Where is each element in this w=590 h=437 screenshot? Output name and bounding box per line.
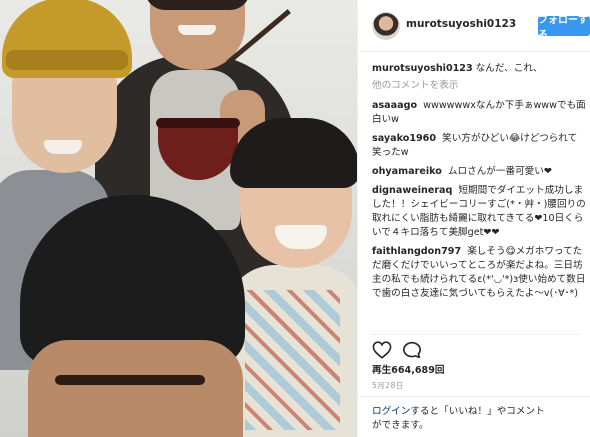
comment-icon[interactable] <box>402 341 422 359</box>
follow-button[interactable]: フォローする <box>538 15 590 41</box>
beanie-rib <box>6 50 128 70</box>
person-smile <box>44 140 82 154</box>
comment: faithlangdon797 楽しそう😋メガホワってただ磨くだけでいいってとこ… <box>372 245 586 301</box>
comment-list: murotsuyoshi0123 なんだ、これ、 他のコメントを表示 asaaag… <box>372 62 586 306</box>
post-header: murotsuyoshi0123 フォローする <box>358 0 590 52</box>
login-prompt-text-2: ができます。 <box>372 420 429 431</box>
play-count: 再生664,689回 <box>372 365 445 376</box>
login-link[interactable]: ログイン <box>372 406 410 417</box>
avatar[interactable] <box>372 12 400 40</box>
post-video[interactable] <box>0 0 357 437</box>
person-smile <box>178 25 216 35</box>
comment-username[interactable]: faithlangdon797 <box>372 246 461 257</box>
person-hair <box>145 0 250 10</box>
login-prompt: ログインすると「いいね！」やコメント ができます。 <box>358 396 590 433</box>
post-sidebar: murotsuyoshi0123 フォローする murotsuyoshi0123… <box>357 0 590 437</box>
rice-bowl-rim <box>156 118 240 128</box>
caption-text: なんだ、これ、 <box>475 63 543 74</box>
heart-icon[interactable] <box>372 341 392 359</box>
patterned-shirt <box>245 290 340 430</box>
comment: sayako1960 笑い方がひどい😂けどつられて笑ったw <box>372 132 586 160</box>
login-prompt-text: すると「いいね！」やコメント <box>410 406 545 417</box>
header-username[interactable]: murotsuyoshi0123 <box>406 18 516 30</box>
person-eyebrows <box>55 375 205 385</box>
comment-username[interactable]: asaaago <box>372 100 417 111</box>
comment: asaaago wwwwwwxなんか下手ぁwwwでも面白いw <box>372 99 586 127</box>
comment-username[interactable]: sayako1960 <box>372 133 436 144</box>
comment: ohyamareiko ムロさんが一番可愛い❤ <box>372 165 586 179</box>
comment-username[interactable]: ohyamareiko <box>372 166 442 177</box>
person-face <box>28 340 243 437</box>
instagram-post: murotsuyoshi0123 フォローする murotsuyoshi0123… <box>0 0 590 437</box>
action-bar <box>370 334 580 359</box>
comment: dignaweineraq 短期間でダイエット成功しました！！シェイビーコリーす… <box>372 184 586 240</box>
comment-username[interactable]: dignaweineraq <box>372 185 452 196</box>
load-more-comments-link[interactable]: 他のコメントを表示 <box>372 79 586 93</box>
caption-username[interactable]: murotsuyoshi0123 <box>372 63 473 74</box>
caption: murotsuyoshi0123 なんだ、これ、 <box>372 62 586 76</box>
comment-text: ムロさんが一番可愛い❤ <box>447 166 552 177</box>
post-date[interactable]: 5月28日 <box>372 380 404 391</box>
